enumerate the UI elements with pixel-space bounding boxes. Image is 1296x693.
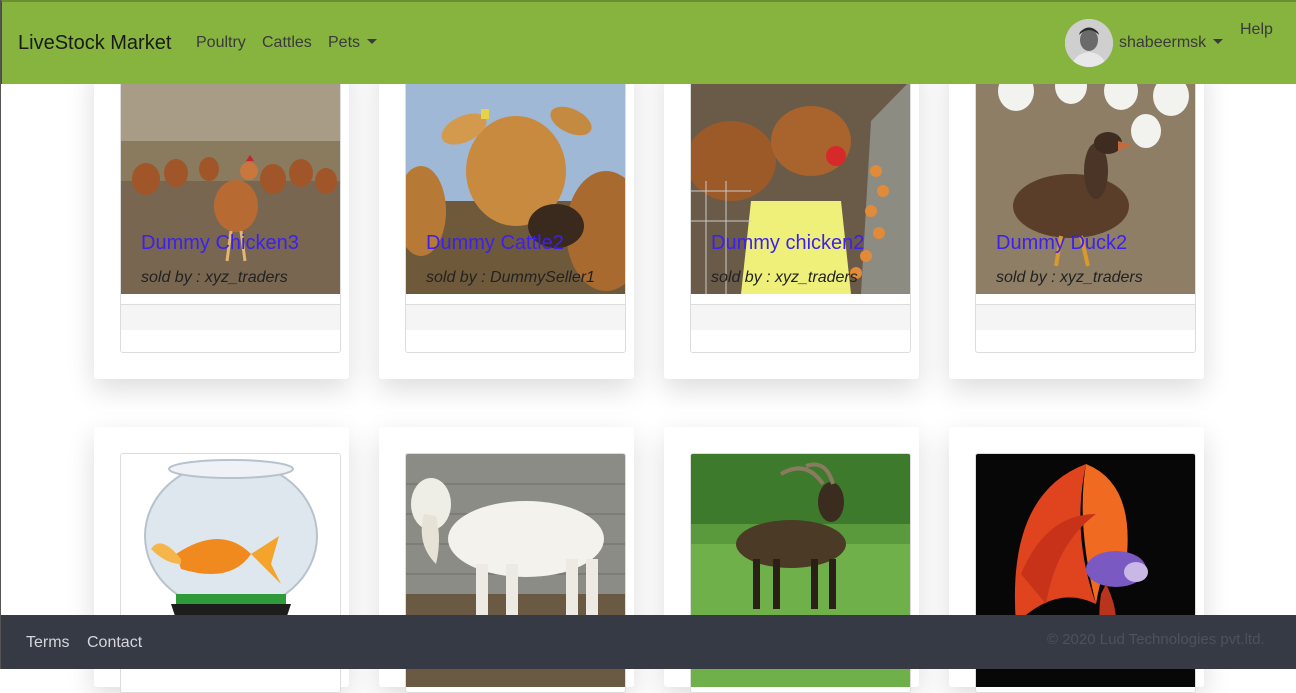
product-card[interactable]: Dummy Cattle2 sold by : DummySeller1	[379, 60, 634, 379]
nav-link-help[interactable]: Help	[1240, 21, 1273, 39]
product-image[interactable]	[121, 61, 340, 294]
card-footer	[121, 304, 340, 330]
username-label: shabeermsk	[1119, 34, 1207, 51]
nav-dropdown-pets[interactable]: Pets	[328, 34, 378, 52]
user-menu[interactable]: shabeermsk	[1119, 34, 1224, 52]
product-title[interactable]: Dummy chicken2	[711, 232, 864, 255]
nav-link-pets-label: Pets	[328, 34, 361, 51]
page-footer: Terms Contact © 2020 Lud Technologies pv…	[1, 615, 1296, 669]
seller-label: sold by : xyz_traders	[141, 269, 288, 286]
card-footer	[406, 304, 625, 330]
product-image[interactable]	[691, 61, 910, 294]
chevron-down-icon	[1213, 39, 1224, 44]
product-title[interactable]: Dummy Chicken3	[141, 232, 299, 255]
card-footer	[976, 304, 1195, 330]
chevron-down-icon	[367, 39, 378, 44]
footer-link-contact[interactable]: Contact	[87, 634, 142, 652]
footer-link-terms[interactable]: Terms	[26, 634, 70, 652]
product-card[interactable]: Dummy Duck2 sold by : xyz_traders	[949, 60, 1204, 379]
seller-label: sold by : xyz_traders	[996, 269, 1143, 286]
seller-label: sold by : DummySeller1	[426, 269, 595, 286]
copyright-text: © 2020 Lud Technologies pvt.ltd.	[1047, 631, 1265, 648]
card-footer	[691, 304, 910, 330]
nav-link-poultry[interactable]: Poultry	[196, 34, 246, 52]
product-card[interactable]: Dummy Chicken3 sold by : xyz_traders	[94, 60, 349, 379]
nav-link-cattles[interactable]: Cattles	[262, 34, 312, 52]
seller-label: sold by : xyz_traders	[711, 269, 858, 286]
top-navbar: LiveStock Market Poultry Cattles Pets sh…	[1, 0, 1296, 84]
product-card[interactable]: Dummy chicken2 sold by : xyz_traders	[664, 60, 919, 379]
product-image[interactable]	[976, 61, 1195, 294]
brand-logo[interactable]: LiveStock Market	[18, 32, 171, 55]
product-image[interactable]	[406, 61, 625, 294]
product-title[interactable]: Dummy Cattle2	[426, 232, 564, 255]
product-title[interactable]: Dummy Duck2	[996, 232, 1127, 255]
avatar[interactable]	[1065, 19, 1113, 67]
